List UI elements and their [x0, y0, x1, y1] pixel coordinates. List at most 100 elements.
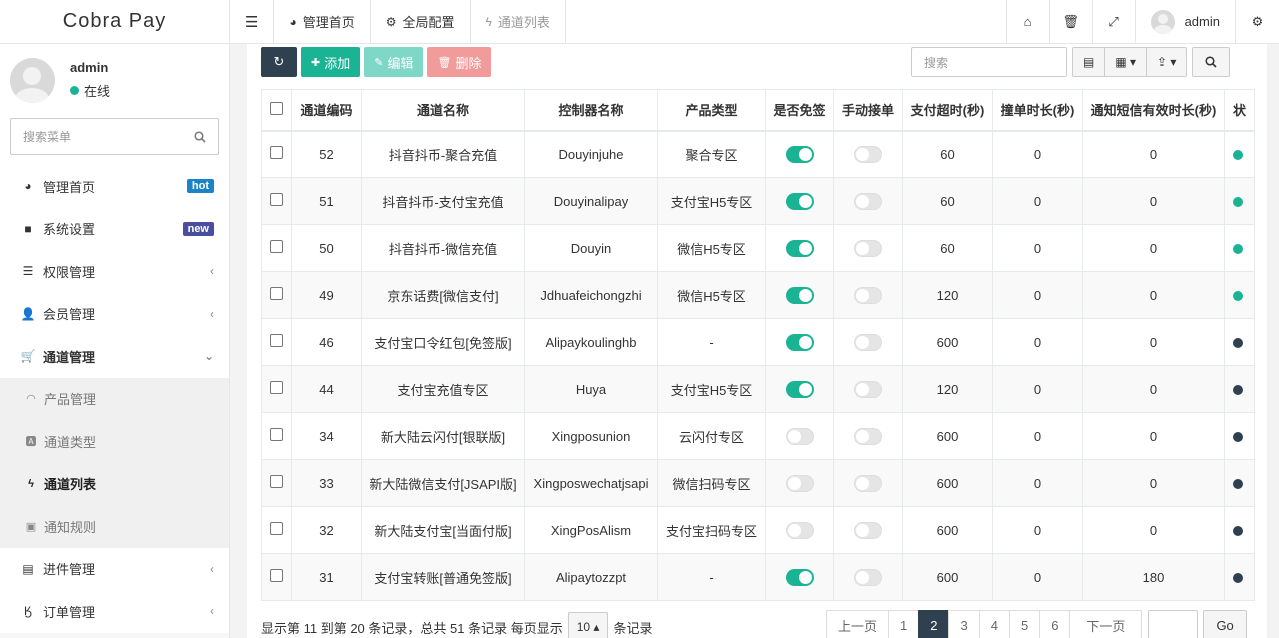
toggle-switch[interactable]: [854, 427, 882, 445]
column-header[interactable]: 控制器名称: [524, 89, 658, 132]
sidebar-subitem-products[interactable]: ◠ 产品管理: [0, 378, 229, 421]
toggle-switch[interactable]: [854, 192, 882, 210]
manual-order-toggle[interactable]: [833, 318, 903, 366]
toggle-switch[interactable]: [854, 521, 882, 539]
toggle-switch[interactable]: [785, 333, 814, 351]
checkbox[interactable]: [270, 287, 283, 300]
manual-order-toggle[interactable]: [833, 506, 903, 554]
free-sign-toggle[interactable]: [765, 177, 834, 225]
tab-channel-list[interactable]: ϟ 通道列表: [471, 0, 566, 43]
add-button[interactable]: ✚ 添加: [301, 47, 361, 77]
row-checkbox[interactable]: [261, 130, 292, 178]
free-sign-toggle[interactable]: [765, 506, 834, 554]
table-row[interactable]: 32 新大陆支付宝[当面付版] XingPosAlism 支付宝扫码专区 600 0 0: [261, 506, 1255, 554]
toggle-switch[interactable]: [785, 239, 814, 257]
row-checkbox[interactable]: [261, 506, 292, 554]
home-button[interactable]: ⌂: [1007, 0, 1050, 43]
toggle-switch[interactable]: [785, 145, 814, 163]
page-button-active[interactable]: 2: [918, 610, 950, 638]
table-row[interactable]: 49 京东话费[微信支付] Jdhuafeichongzhi 微信H5专区 120 0 0: [261, 271, 1255, 319]
row-checkbox[interactable]: [261, 318, 292, 366]
table-row[interactable]: 46 支付宝口令红包[免签版] Alipaykoulinghb -600 0 0: [261, 318, 1255, 366]
row-checkbox[interactable]: [261, 224, 292, 272]
manual-order-toggle[interactable]: [833, 412, 903, 460]
sidebar-subitem-channel-list[interactable]: ϟ 通道列表: [0, 463, 229, 506]
edit-button[interactable]: ✎ 编辑: [364, 47, 424, 77]
column-header[interactable]: 支付超时(秒): [902, 89, 993, 132]
toggle-switch[interactable]: [785, 568, 814, 586]
columns-button[interactable]: ▦ ▾: [1105, 48, 1148, 76]
column-header[interactable]: 撞单时长(秒): [992, 89, 1083, 132]
menu-search-input[interactable]: 搜索菜单: [10, 118, 219, 155]
delete-button[interactable]: 🗑 删除: [427, 47, 492, 77]
tab-dashboard[interactable]: ◕ 管理首页: [274, 0, 371, 43]
toggle-switch[interactable]: [854, 568, 882, 586]
user-menu[interactable]: admin: [1136, 0, 1236, 43]
checkbox[interactable]: [270, 334, 283, 347]
sidebar-item-permissions[interactable]: ☰ 权限管理 ‹: [0, 250, 229, 293]
toggle-view-button[interactable]: ▤: [1073, 48, 1106, 76]
page-button[interactable]: 3: [948, 610, 980, 638]
toggle-switch[interactable]: [785, 474, 814, 492]
manual-order-toggle[interactable]: [833, 459, 903, 507]
sidebar-item-orders[interactable]: Ӄ 订单管理 ‹: [0, 590, 229, 633]
table-row[interactable]: 52 抖音抖币-聚合充值 Douyinjuhe 聚合专区 60 0 0: [261, 130, 1255, 178]
prev-page-button[interactable]: 上一页: [826, 610, 890, 638]
brand-logo[interactable]: Cobra Pay: [0, 0, 229, 44]
sidebar-item-members[interactable]: 👤 会员管理 ‹: [0, 293, 229, 336]
checkbox[interactable]: [270, 522, 283, 535]
sidebar-subitem-channel-types[interactable]: 🅰 通道类型: [0, 420, 229, 463]
free-sign-toggle[interactable]: [765, 318, 834, 366]
free-sign-toggle[interactable]: [765, 224, 834, 272]
sidebar-item-channels[interactable]: 🛒 通道管理 ⌄: [0, 335, 229, 378]
toggle-switch[interactable]: [854, 286, 882, 304]
clear-cache-button[interactable]: 🗑: [1050, 0, 1093, 43]
menu-toggle-button[interactable]: ☰: [230, 0, 275, 43]
column-header[interactable]: 通道名称: [361, 89, 525, 132]
page-size-select[interactable]: 10 ▴: [567, 612, 609, 638]
manual-order-toggle[interactable]: [833, 271, 903, 319]
page-button[interactable]: 5: [1008, 610, 1041, 638]
column-header[interactable]: 通知短信有效时长(秒): [1082, 89, 1225, 132]
column-header[interactable]: 通道编码: [291, 89, 362, 132]
checkbox[interactable]: [270, 428, 283, 441]
refresh-button[interactable]: ↻: [261, 47, 297, 77]
goto-page-input[interactable]: [1148, 610, 1199, 638]
checkbox[interactable]: [270, 569, 283, 582]
free-sign-toggle[interactable]: [765, 130, 834, 178]
page-button[interactable]: 4: [978, 610, 1010, 638]
toggle-switch[interactable]: [854, 474, 882, 492]
table-row[interactable]: 31 支付宝转账[普通免签版] Alipaytozzpt - 600 0 180: [261, 553, 1255, 601]
manual-order-toggle[interactable]: [833, 130, 903, 178]
manual-order-toggle[interactable]: [833, 553, 903, 601]
toggle-switch[interactable]: [785, 192, 814, 210]
sidebar-item-settings[interactable]: ■ 系统设置 new: [0, 208, 229, 251]
row-checkbox[interactable]: [261, 459, 292, 507]
toggle-switch[interactable]: [785, 380, 814, 398]
table-row[interactable]: 34 新大陆云闪付[银联版] Xingposunion 云闪付专区 600 0 0: [261, 412, 1255, 460]
manual-order-toggle[interactable]: [833, 177, 903, 225]
toggle-switch[interactable]: [785, 521, 814, 539]
table-search-input[interactable]: 搜索: [911, 47, 1067, 77]
column-header[interactable]: 状: [1224, 89, 1255, 132]
row-checkbox[interactable]: [261, 271, 292, 319]
free-sign-toggle[interactable]: [765, 365, 834, 413]
sidebar-item-dashboard[interactable]: ◕ 管理首页 hot: [0, 165, 229, 208]
toggle-switch[interactable]: [785, 286, 814, 304]
row-checkbox[interactable]: [261, 365, 292, 413]
settings-button[interactable]: ⚙: [1236, 0, 1279, 43]
toggle-switch[interactable]: [854, 145, 882, 163]
manual-order-toggle[interactable]: [833, 224, 903, 272]
column-header[interactable]: 产品类型: [657, 89, 766, 132]
table-row[interactable]: 51 抖音抖币-支付宝充值 Douyinalipay 支付宝H5专区 60 0 0: [261, 177, 1255, 225]
toggle-switch[interactable]: [854, 239, 882, 257]
sidebar-item-onboarding[interactable]: ▤ 进件管理 ‹: [0, 548, 229, 591]
table-row[interactable]: 33 新大陆微信支付[JSAPI版] Xingposwechatjsapi 微信扫码专…: [261, 459, 1255, 507]
fullscreen-button[interactable]: ⤢: [1093, 0, 1136, 43]
export-button[interactable]: ⇪ ▾: [1147, 48, 1186, 76]
checkbox[interactable]: [270, 475, 283, 488]
free-sign-toggle[interactable]: [765, 553, 834, 601]
advanced-search-button[interactable]: [1192, 47, 1231, 77]
page-button[interactable]: 6: [1039, 610, 1071, 638]
tab-global-config[interactable]: ⚙ 全局配置: [371, 0, 471, 43]
